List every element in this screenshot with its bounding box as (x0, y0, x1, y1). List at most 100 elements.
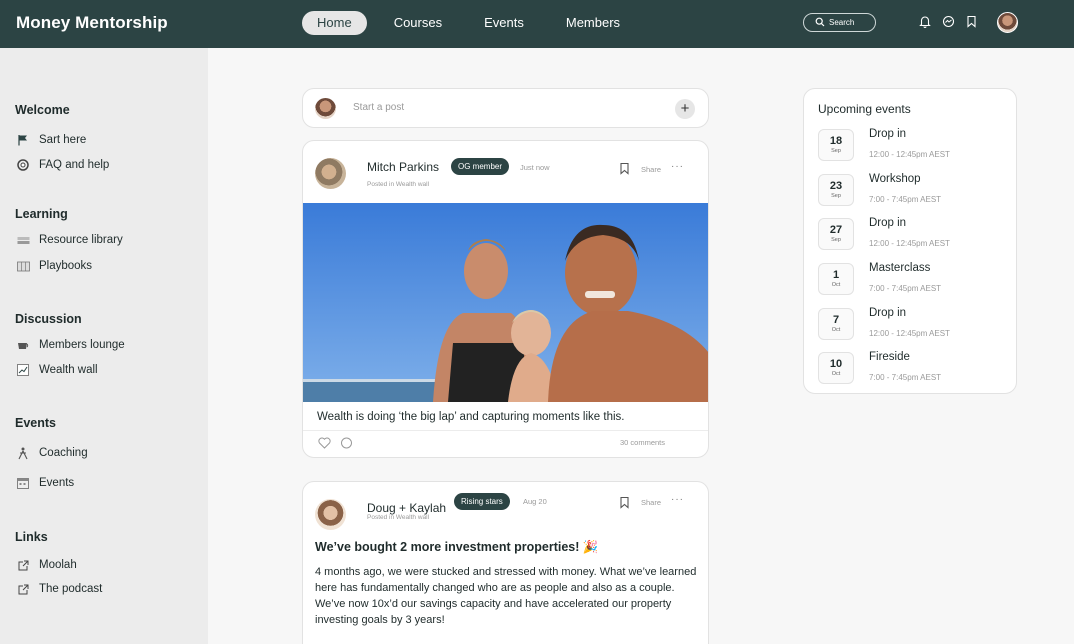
divider (303, 430, 708, 431)
author-avatar[interactable] (315, 158, 346, 189)
upcoming-events-panel: Upcoming events 18 Sep Drop in 12:00 - 12… (803, 88, 1017, 394)
event-time: 12:00 - 12:45pm AEST (869, 329, 950, 338)
event-date: 27 Sep (818, 218, 854, 250)
post-body: 4 months ago, we were stucked and stress… (315, 566, 697, 626)
sidebar-item-label: Members lounge (39, 339, 125, 351)
external-link-icon (16, 582, 30, 596)
post-photo (303, 203, 708, 402)
search-button[interactable]: Search (803, 13, 876, 32)
nav-courses[interactable]: Courses (379, 11, 457, 35)
sidebar-item-faq[interactable]: FAQ and help (16, 158, 109, 172)
posted-in[interactable]: Posted in Wealth wall (367, 181, 429, 188)
sidebar-item-events[interactable]: Events (16, 476, 74, 490)
chart-icon (16, 363, 30, 377)
search-label: Search (829, 18, 855, 27)
event-date: 23 Sep (818, 174, 854, 206)
share-button[interactable]: Share (641, 165, 661, 174)
sidebar-item-label: The podcast (39, 583, 103, 595)
sidebar-item-start-here[interactable]: Sart here (16, 133, 86, 147)
bookmark-icon[interactable] (619, 162, 630, 175)
sidebar-item-moolah[interactable]: Moolah (16, 558, 77, 572)
sidebar-section-discussion: Discussion (15, 312, 82, 326)
event-time: 12:00 - 12:45pm AEST (869, 150, 950, 159)
coffee-icon (16, 338, 30, 352)
event-item[interactable]: 23 Sep Workshop 7:00 - 7:45pm AEST (818, 173, 1008, 206)
main-nav: Home Courses Events Members (302, 11, 647, 35)
event-item[interactable]: 7 Oct Drop in 12:00 - 12:45pm AEST (818, 307, 1008, 340)
sidebar-section-links: Links (15, 530, 48, 544)
sidebar-item-label: Coaching (39, 447, 88, 459)
event-time: 7:00 - 7:45pm AEST (869, 195, 942, 204)
sidebar-item-label: Moolah (39, 559, 77, 571)
event-name: Drop in (869, 217, 907, 229)
author-name[interactable]: Mitch Parkins (367, 160, 439, 174)
author-name[interactable]: Doug + Kaylah (367, 501, 446, 515)
nav-home[interactable]: Home (302, 11, 367, 35)
composer-placeholder[interactable]: Start a post (353, 102, 404, 113)
user-avatar[interactable] (997, 12, 1018, 33)
more-options-icon[interactable]: ··· (671, 494, 684, 505)
post-composer[interactable]: Start a post + (302, 88, 709, 128)
sidebar-item-label: Resource library (39, 234, 123, 246)
flag-icon (16, 133, 30, 147)
nav-events[interactable]: Events (469, 11, 539, 35)
event-item[interactable]: 1 Oct Masterclass 7:00 - 7:45pm AEST (818, 262, 1008, 295)
event-date: 10 Oct (818, 352, 854, 384)
sidebar-item-members-lounge[interactable]: Members lounge (16, 338, 125, 352)
bookmark-icon[interactable] (619, 496, 630, 509)
lifebuoy-icon (16, 158, 30, 172)
posted-in[interactable]: Posted in Wealth wall (367, 514, 429, 521)
bookmark-icon[interactable] (966, 15, 977, 28)
comments-count[interactable]: 30 comments (620, 438, 665, 447)
sidebar-item-podcast[interactable]: The podcast (16, 582, 102, 596)
composer-avatar (315, 98, 336, 119)
post-timestamp: Just now (520, 163, 550, 172)
member-badge: Rising stars (454, 493, 510, 510)
post-timestamp: Aug 20 (523, 497, 547, 506)
event-name: Workshop (869, 173, 921, 185)
sidebar-section-events: Events (15, 416, 56, 430)
sidebar-item-label: Events (39, 477, 75, 489)
event-item[interactable]: 27 Sep Drop in 12:00 - 12:45pm AEST (818, 217, 1008, 250)
books-icon (16, 233, 30, 247)
like-icon[interactable] (318, 437, 331, 449)
more-options-icon[interactable]: ··· (671, 161, 684, 172)
sidebar-section-learning: Learning (15, 207, 68, 221)
event-date: 18 Sep (818, 129, 854, 161)
sidebar-item-wealth-wall[interactable]: Wealth wall (16, 363, 98, 377)
member-badge: OG member (451, 158, 510, 175)
sidebar: Welcome Sart here FAQ and help Learning … (0, 48, 208, 644)
top-navbar: Money Mentorship Home Courses Events Mem… (0, 0, 1074, 48)
sidebar-section-welcome: Welcome (15, 103, 70, 117)
event-name: Drop in (869, 128, 907, 140)
event-time: 12:00 - 12:45pm AEST (869, 239, 950, 248)
event-item[interactable]: 10 Oct Fireside 7:00 - 7:45pm AEST (818, 351, 1008, 384)
post-title: We’ve bought 2 more investment propertie… (315, 540, 599, 554)
event-item[interactable]: 18 Sep Drop in 12:00 - 12:45pm AEST (818, 128, 1008, 161)
bell-icon[interactable] (919, 15, 931, 28)
sidebar-item-coaching[interactable]: Coaching (16, 446, 88, 460)
comment-icon[interactable] (340, 437, 353, 449)
external-link-icon (16, 558, 30, 572)
post-card: Mitch Parkins OG member Just now Posted … (302, 140, 709, 458)
sidebar-item-label: FAQ and help (39, 159, 110, 171)
brand-title[interactable]: Money Mentorship (16, 13, 168, 33)
chat-icon[interactable] (942, 15, 955, 28)
sidebar-item-label: Wealth wall (39, 364, 98, 376)
climber-icon (16, 446, 30, 460)
event-time: 7:00 - 7:45pm AEST (869, 373, 942, 382)
sidebar-item-resource-library[interactable]: Resource library (16, 233, 123, 247)
event-name: Fireside (869, 351, 910, 363)
author-avatar[interactable] (315, 499, 346, 530)
event-name: Masterclass (869, 262, 931, 274)
nav-members[interactable]: Members (551, 11, 635, 35)
event-date: 7 Oct (818, 308, 854, 340)
search-icon (815, 17, 825, 27)
sidebar-item-label: Playbooks (39, 260, 93, 272)
share-button[interactable]: Share (641, 498, 661, 507)
sidebar-item-label: Sart here (39, 134, 87, 146)
post-caption: Wealth is doing ‘the big lap’ and captur… (317, 411, 625, 423)
calendar-icon (16, 476, 30, 490)
add-post-button[interactable]: + (675, 99, 695, 119)
sidebar-item-playbooks[interactable]: Playbooks (16, 259, 92, 273)
